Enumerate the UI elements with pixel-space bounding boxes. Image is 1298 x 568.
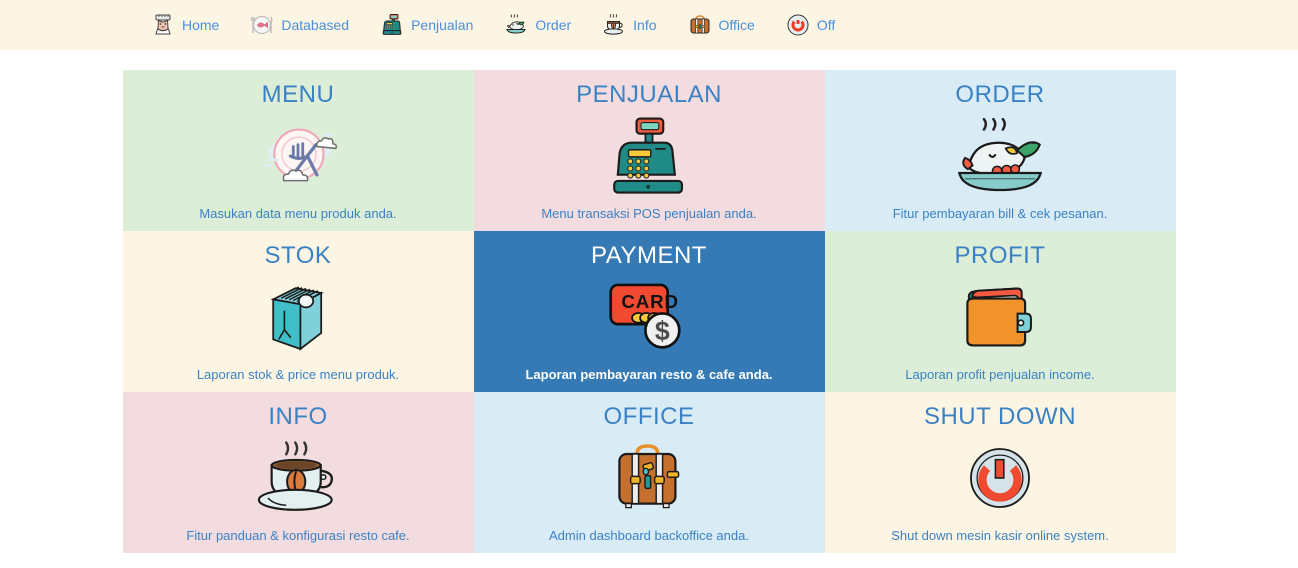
plate-fish-icon (249, 12, 275, 38)
chef-hat-icon (150, 12, 176, 38)
tile-caption: Laporan profit penjualan income. (905, 367, 1095, 383)
tile-title: MENU (261, 81, 335, 108)
fish-dish-icon (825, 106, 1176, 206)
nav-item-order[interactable]: Order (503, 12, 571, 38)
nav-label: Penjualan (411, 17, 474, 33)
tile-profit[interactable]: PROFIT Laporan profit penjualan income. (824, 231, 1176, 392)
tile-caption: Laporan stok & price menu produk. (196, 367, 400, 383)
nav-item-penjualan[interactable]: Penjualan (379, 12, 473, 38)
tile-caption: Menu transaksi POS penjualan anda. (541, 206, 757, 222)
tile-caption: Laporan pembayaran resto & cafe anda. (525, 367, 773, 383)
tile-title: ORDER (955, 81, 1045, 108)
briefcase-icon (687, 12, 713, 38)
tile-caption: Masukan data menu produk anda. (199, 206, 397, 222)
nav-item-info[interactable]: Info (601, 12, 657, 38)
power-button-icon (825, 428, 1176, 528)
tile-title: STOK (264, 242, 332, 269)
milk-carton-icon (123, 267, 474, 367)
nav-label: Office (718, 17, 755, 33)
dashboard-grid-wrapper: MENU Masukan data menu produk anda. PENJ… (0, 50, 1298, 568)
nav-item-off[interactable]: Off (785, 12, 835, 38)
nav-item-office[interactable]: Office (687, 12, 755, 38)
wallet-icon (825, 267, 1176, 367)
tile-info[interactable]: INFO Fitur panduan & konfigurasi resto c… (122, 392, 474, 553)
cash-register-icon (474, 106, 825, 206)
tile-caption: Shut down mesin kasir online system. (891, 528, 1109, 544)
tile-stok[interactable]: STOK Laporan stok & price menu produk. (122, 231, 474, 392)
credit-card-coin-icon: CARD $ (474, 267, 825, 367)
tile-office[interactable]: OFFICE Admin dashboard backoffice anda. (473, 392, 825, 553)
dashboard-grid: MENU Masukan data menu produk anda. PENJ… (122, 70, 1176, 553)
tile-caption: Fitur panduan & konfigurasi resto cafe. (186, 528, 410, 544)
top-navbar: Home Databased Penjualan Order Info Offi… (0, 0, 1298, 50)
briefcase-icon (474, 428, 825, 528)
tile-payment[interactable]: PAYMENT CARD $ Laporan pembayaran resto … (473, 231, 825, 392)
fish-dish-icon (503, 12, 529, 38)
coffee-cup-icon (123, 428, 474, 528)
tile-title: PENJUALAN (576, 81, 722, 108)
nav-label: Off (816, 17, 836, 33)
tile-order[interactable]: ORDER Fitur pembayaran bill & cek pesana… (824, 70, 1176, 231)
tile-title: INFO (268, 403, 328, 430)
nav-label: Info (633, 17, 657, 33)
tile-title: PAYMENT (591, 242, 707, 269)
tile-shut-down[interactable]: SHUT DOWN Shut down mesin kasir online s… (824, 392, 1176, 553)
tile-title: SHUT DOWN (923, 403, 1077, 430)
cash-register-icon (379, 12, 405, 38)
svg-text:CARD: CARD (621, 291, 679, 312)
tile-caption: Admin dashboard backoffice anda. (549, 528, 749, 544)
tile-caption: Fitur pembayaran bill & cek pesanan. (892, 206, 1108, 222)
plate-fork-icon (123, 106, 474, 206)
tile-title: OFFICE (603, 403, 695, 430)
tile-penjualan[interactable]: PENJUALAN Menu transaksi POS penjualan a… (473, 70, 825, 231)
power-icon (785, 12, 811, 38)
nav-item-home[interactable]: Home (150, 12, 219, 38)
tile-title: PROFIT (954, 242, 1046, 269)
nav-label: Home (182, 17, 220, 33)
coffee-cup-icon (601, 12, 627, 38)
svg-text:$: $ (655, 317, 670, 347)
nav-label: Order (535, 17, 572, 33)
nav-item-databased[interactable]: Databased (249, 12, 349, 38)
nav-label: Databased (281, 17, 350, 33)
tile-menu[interactable]: MENU Masukan data menu produk anda. (122, 70, 474, 231)
